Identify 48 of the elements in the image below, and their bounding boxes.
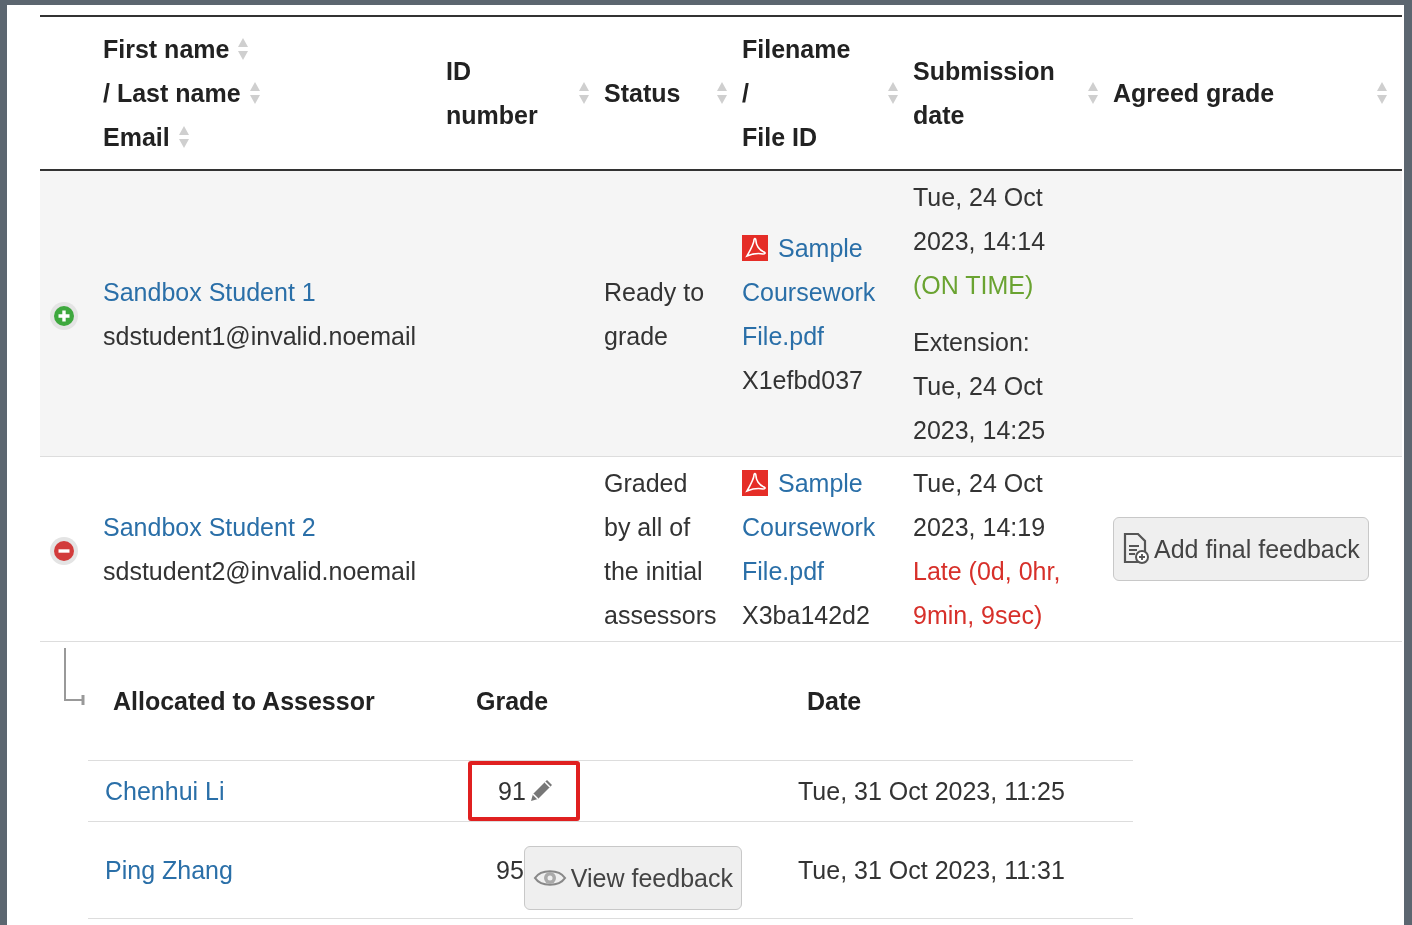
column-header[interactable]: Agreed grade xyxy=(1113,71,1275,115)
grade-value: 91 xyxy=(498,775,526,807)
sort-icon[interactable] xyxy=(177,124,190,150)
sort-icon[interactable] xyxy=(887,80,899,106)
submission-date: Tue, 24 Oct 2023, 14:19 xyxy=(913,468,1047,543)
sort-icon[interactable] xyxy=(237,36,250,62)
view-feedback-button[interactable]: View feedback xyxy=(523,845,742,910)
column-header[interactable]: ID number xyxy=(446,49,538,137)
extension-date: Extension: Tue, 24 Oct 2023, 14:25 xyxy=(913,327,1047,446)
column-header: Allocated to Assessor xyxy=(113,686,375,715)
on-time-status: (ON TIME) xyxy=(913,270,1035,301)
graded-date: Tue, 31 Oct 2023, 11:31 xyxy=(798,855,1065,884)
sort-icon[interactable] xyxy=(716,80,728,106)
column-header[interactable]: / Last name xyxy=(103,71,241,115)
grade-value: 95 xyxy=(496,854,524,886)
status-text: Graded by all of the initial assessors xyxy=(604,469,717,629)
document-add-icon xyxy=(1122,532,1150,566)
sort-icon[interactable] xyxy=(248,80,261,106)
tree-connector-icon xyxy=(62,648,88,708)
student-email: sdstudent2@invalid.noemail xyxy=(103,557,417,585)
assessor-name-link[interactable]: Chenhui Li xyxy=(105,776,225,805)
late-status: Late (0d, 0hr, 9min, 9sec) xyxy=(913,556,1062,631)
sort-icon[interactable] xyxy=(1376,80,1388,106)
collapse-icon[interactable] xyxy=(49,536,79,567)
pdf-icon xyxy=(742,470,768,496)
sort-icon[interactable] xyxy=(1087,80,1099,106)
column-header: Grade xyxy=(476,686,549,715)
column-header[interactable]: Status xyxy=(604,71,681,115)
pdf-icon xyxy=(742,234,768,261)
student-name-link[interactable]: Sandbox Student 2 xyxy=(103,513,316,541)
column-header[interactable]: First name xyxy=(103,27,230,71)
column-header: Date xyxy=(807,686,862,715)
sort-icon[interactable] xyxy=(578,80,590,106)
status-text: Ready to grade xyxy=(604,277,705,350)
expand-icon[interactable] xyxy=(49,300,79,331)
student-email: sdstudent1@invalid.noemail xyxy=(103,321,417,350)
column-header[interactable]: Submission date xyxy=(913,49,1055,137)
file-link[interactable]: Sample Coursework File.pdf xyxy=(742,461,901,593)
submission-date: Tue, 24 Oct 2023, 14:14 xyxy=(913,182,1047,257)
student-name-link[interactable]: Sandbox Student 1 xyxy=(103,277,316,306)
column-header[interactable]: Filename / File ID xyxy=(742,27,851,159)
file-link[interactable]: Sample Coursework File.pdf xyxy=(742,225,901,358)
add-feedback-button[interactable]: Add final feedback xyxy=(1113,517,1369,581)
assessor-name-link[interactable]: Ping Zhang xyxy=(105,855,233,884)
column-header[interactable]: Email xyxy=(103,115,170,159)
file-id: X3ba142d2 xyxy=(742,601,870,629)
file-id: X1efbd037 xyxy=(742,365,863,394)
graded-date: Tue, 31 Oct 2023, 11:25 xyxy=(798,776,1065,805)
